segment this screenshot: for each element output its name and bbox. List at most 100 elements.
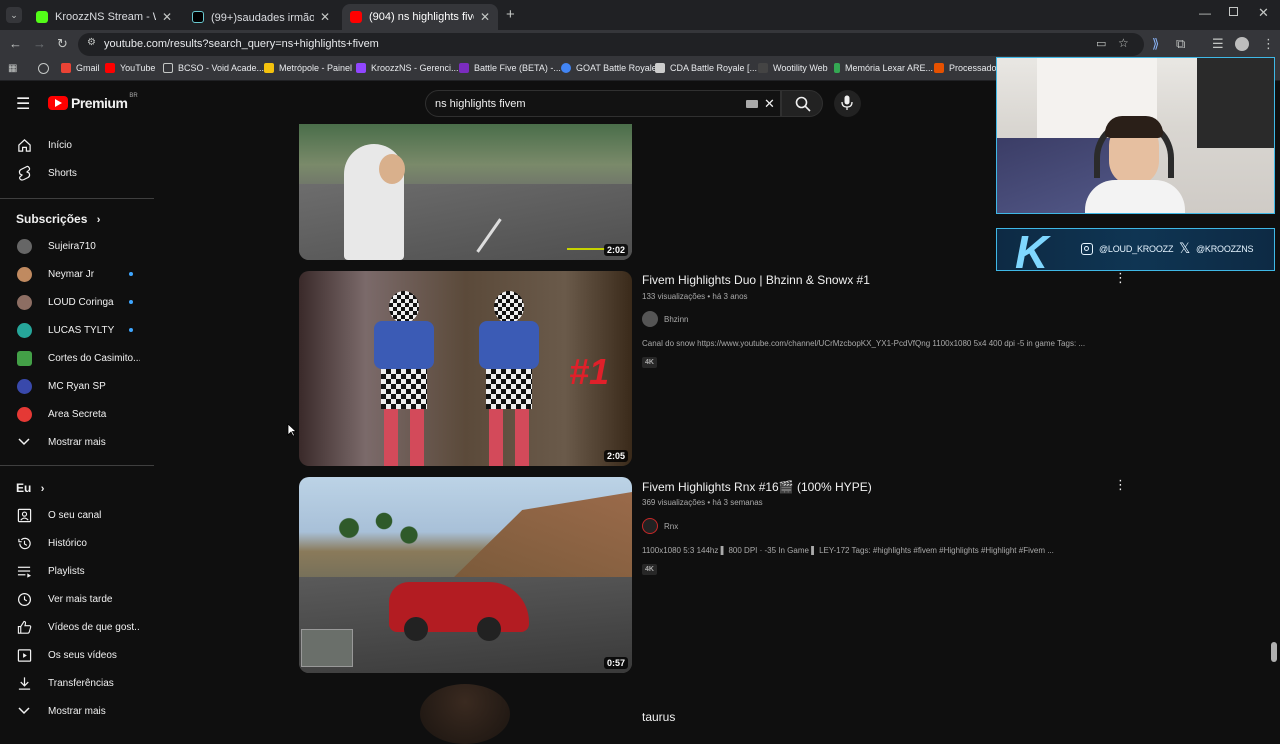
sidebar-sub-cortes-casimito[interactable]: Cortes do Casimito... [0, 345, 154, 371]
browser-tab-kick[interactable]: KroozzNS Stream - Watch Live ✕ [28, 4, 180, 30]
tab-title: (99+)saudades irmão 💔🤞 😢 [211, 11, 314, 24]
youtube-premium-logo[interactable]: Premium BR [48, 93, 138, 111]
youtube-play-icon [48, 96, 68, 110]
hamburger-menu-icon[interactable]: ☰ [16, 94, 30, 114]
sidebar-sub-mc-ryan[interactable]: MC Ryan SP [0, 373, 154, 399]
video-title[interactable]: taurus [642, 710, 675, 724]
new-content-dot [129, 328, 133, 332]
more-options-icon[interactable]: ⋮ [1114, 270, 1127, 286]
avatar [16, 266, 32, 282]
menu-dots-icon[interactable]: ⋮ [1262, 37, 1275, 51]
bookmark-cda[interactable]: CDA Battle Royale [... [655, 63, 757, 73]
browser-tab-youtube[interactable]: (904) ns highlights fivem - You ✕ [342, 4, 498, 30]
search-button[interactable] [781, 90, 823, 117]
sidebar-sub-lucas-tylty[interactable]: LUCAS TYLTY [0, 317, 154, 343]
voice-search-button[interactable] [834, 90, 861, 117]
close-icon[interactable]: ✕ [320, 10, 330, 24]
x-handle: @KROOZZNS [1196, 244, 1254, 254]
sidebar-show-more-subscriptions[interactable]: Mostrar mais [0, 429, 154, 455]
sidebar-item-your-videos[interactable]: Os seus vídeos [0, 642, 154, 668]
avatar [16, 322, 32, 338]
tab-list-icon[interactable]: ☰ [1212, 37, 1224, 51]
sidebar-sub-sujeira710[interactable]: Sujeira710 [0, 233, 154, 259]
sidebar-sub-neymar[interactable]: Neymar Jr [0, 261, 154, 287]
keyboard-icon[interactable] [746, 100, 758, 108]
thumbnail-minimap [301, 629, 353, 667]
channel-link[interactable]: Rnx [642, 518, 678, 534]
you-heading[interactable]: Eu › [16, 481, 44, 495]
video-thumbnail[interactable]: 0:57 [299, 477, 632, 673]
channel-link[interactable]: Bhzinn [642, 311, 688, 327]
browser-tab-tiktok[interactable]: (99+)saudades irmão 💔🤞 😢 ✕ [184, 4, 338, 30]
bookmark-kroozzns[interactable]: KroozzNS - Gerenci... [356, 63, 459, 73]
sidebar-item-your-channel[interactable]: O seu canal [0, 502, 154, 528]
video-thumbnail[interactable]: #1 2:05 [299, 271, 632, 466]
bookmark-wootility[interactable]: Wootility Web [758, 63, 828, 73]
apps-grid-icon[interactable]: ▦ [8, 63, 17, 74]
restore-icon[interactable] [1229, 7, 1238, 16]
webcam-person-shirt [1085, 180, 1185, 213]
x-icon: 𝕏 [1179, 240, 1191, 256]
thumbnail-hill [449, 492, 632, 582]
quality-badge: 4K [642, 357, 657, 368]
bookmark-goat[interactable]: GOAT Battle Royale [561, 63, 657, 73]
channel-icon [16, 507, 32, 523]
close-icon[interactable]: ✕ [480, 10, 490, 24]
sidebar-item-history[interactable]: Histórico [0, 530, 154, 556]
home-icon [16, 137, 32, 153]
window-close-icon[interactable]: ✕ [1258, 5, 1269, 21]
forward-arrow-icon[interactable]: → [33, 37, 46, 51]
extension-icon[interactable]: ⟫ [1152, 37, 1159, 51]
bookmark-metropole[interactable]: Metrópole - Painel [264, 63, 352, 73]
sidebar-item-watch-later[interactable]: Ver mais tarde [0, 586, 154, 612]
like-icon [16, 619, 32, 635]
new-content-dot [129, 300, 133, 304]
search-input[interactable]: ns highlights fivem [435, 98, 526, 110]
bookmark-gmail[interactable]: Gmail [61, 63, 100, 73]
video-title[interactable]: Fivem Highlights Rnx #16🎬 (100% HYPE) [642, 480, 872, 494]
thumbnail-car-wheel [404, 617, 428, 641]
processor-icon [934, 63, 944, 73]
globe-icon[interactable] [38, 63, 49, 74]
microphone-icon [841, 95, 853, 110]
sidebar-item-downloads[interactable]: Transferências [0, 670, 154, 696]
reload-icon[interactable]: ↻ [57, 37, 68, 51]
puzzle-icon[interactable]: ⧉ [1176, 37, 1185, 51]
video-thumbnail[interactable]: 2:02 [299, 124, 632, 260]
video-title[interactable]: Fivem Highlights Duo | Bhzinn & Snowx #1 [642, 273, 870, 287]
tab-search-button[interactable]: ⌄ [6, 7, 22, 23]
search-box[interactable]: ns highlights fivem ✕ [425, 90, 781, 117]
sidebar-item-shorts[interactable]: Shorts [0, 160, 154, 186]
install-app-icon[interactable]: ▭ [1096, 37, 1106, 50]
site-info-icon[interactable]: ⚙ [87, 37, 96, 48]
tiktok-icon [192, 11, 204, 23]
sidebar-item-home[interactable]: Início [0, 132, 154, 158]
address-bar[interactable]: ⚙ youtube.com/results?search_query=ns+hi… [78, 33, 1144, 56]
your-videos-icon [16, 647, 32, 663]
thumbnail-character [474, 291, 544, 466]
avatar [642, 311, 658, 327]
sidebar-item-playlists[interactable]: Playlists [0, 558, 154, 584]
chevron-down-icon [16, 703, 32, 719]
bookmark-battle-five[interactable]: Battle Five (BETA) -... [459, 63, 561, 73]
bookmark-memoria-lexar[interactable]: Memória Lexar ARE... [834, 63, 933, 73]
sidebar-item-liked-videos[interactable]: Vídeos de que gost... [0, 614, 154, 640]
video-duration: 2:02 [603, 244, 628, 256]
subscriptions-heading[interactable]: Subscrições › [16, 212, 100, 226]
profile-avatar[interactable] [1235, 37, 1249, 51]
bookmark-star-icon[interactable]: ☆ [1118, 36, 1129, 50]
bookmark-youtube[interactable]: YouTube [105, 63, 155, 73]
video-duration: 2:05 [603, 450, 628, 462]
more-options-icon[interactable]: ⋮ [1114, 477, 1127, 493]
close-icon[interactable]: ✕ [162, 10, 172, 24]
bookmark-bcso[interactable]: BCSO - Void Acade... [163, 63, 264, 73]
page-scrollbar-thumb[interactable] [1271, 642, 1277, 662]
plus-icon[interactable]: + [506, 6, 515, 23]
sidebar-show-more-you[interactable]: Mostrar mais [0, 698, 154, 724]
minimize-icon[interactable]: — [1199, 6, 1211, 20]
video-thumbnail[interactable] [420, 684, 510, 744]
clear-search-icon[interactable]: ✕ [764, 96, 775, 112]
sidebar-sub-loud-coringa[interactable]: LOUD Coringa [0, 289, 154, 315]
sidebar-sub-area-secreta[interactable]: Área Secreta [0, 401, 154, 427]
back-arrow-icon[interactable]: ← [9, 37, 22, 51]
